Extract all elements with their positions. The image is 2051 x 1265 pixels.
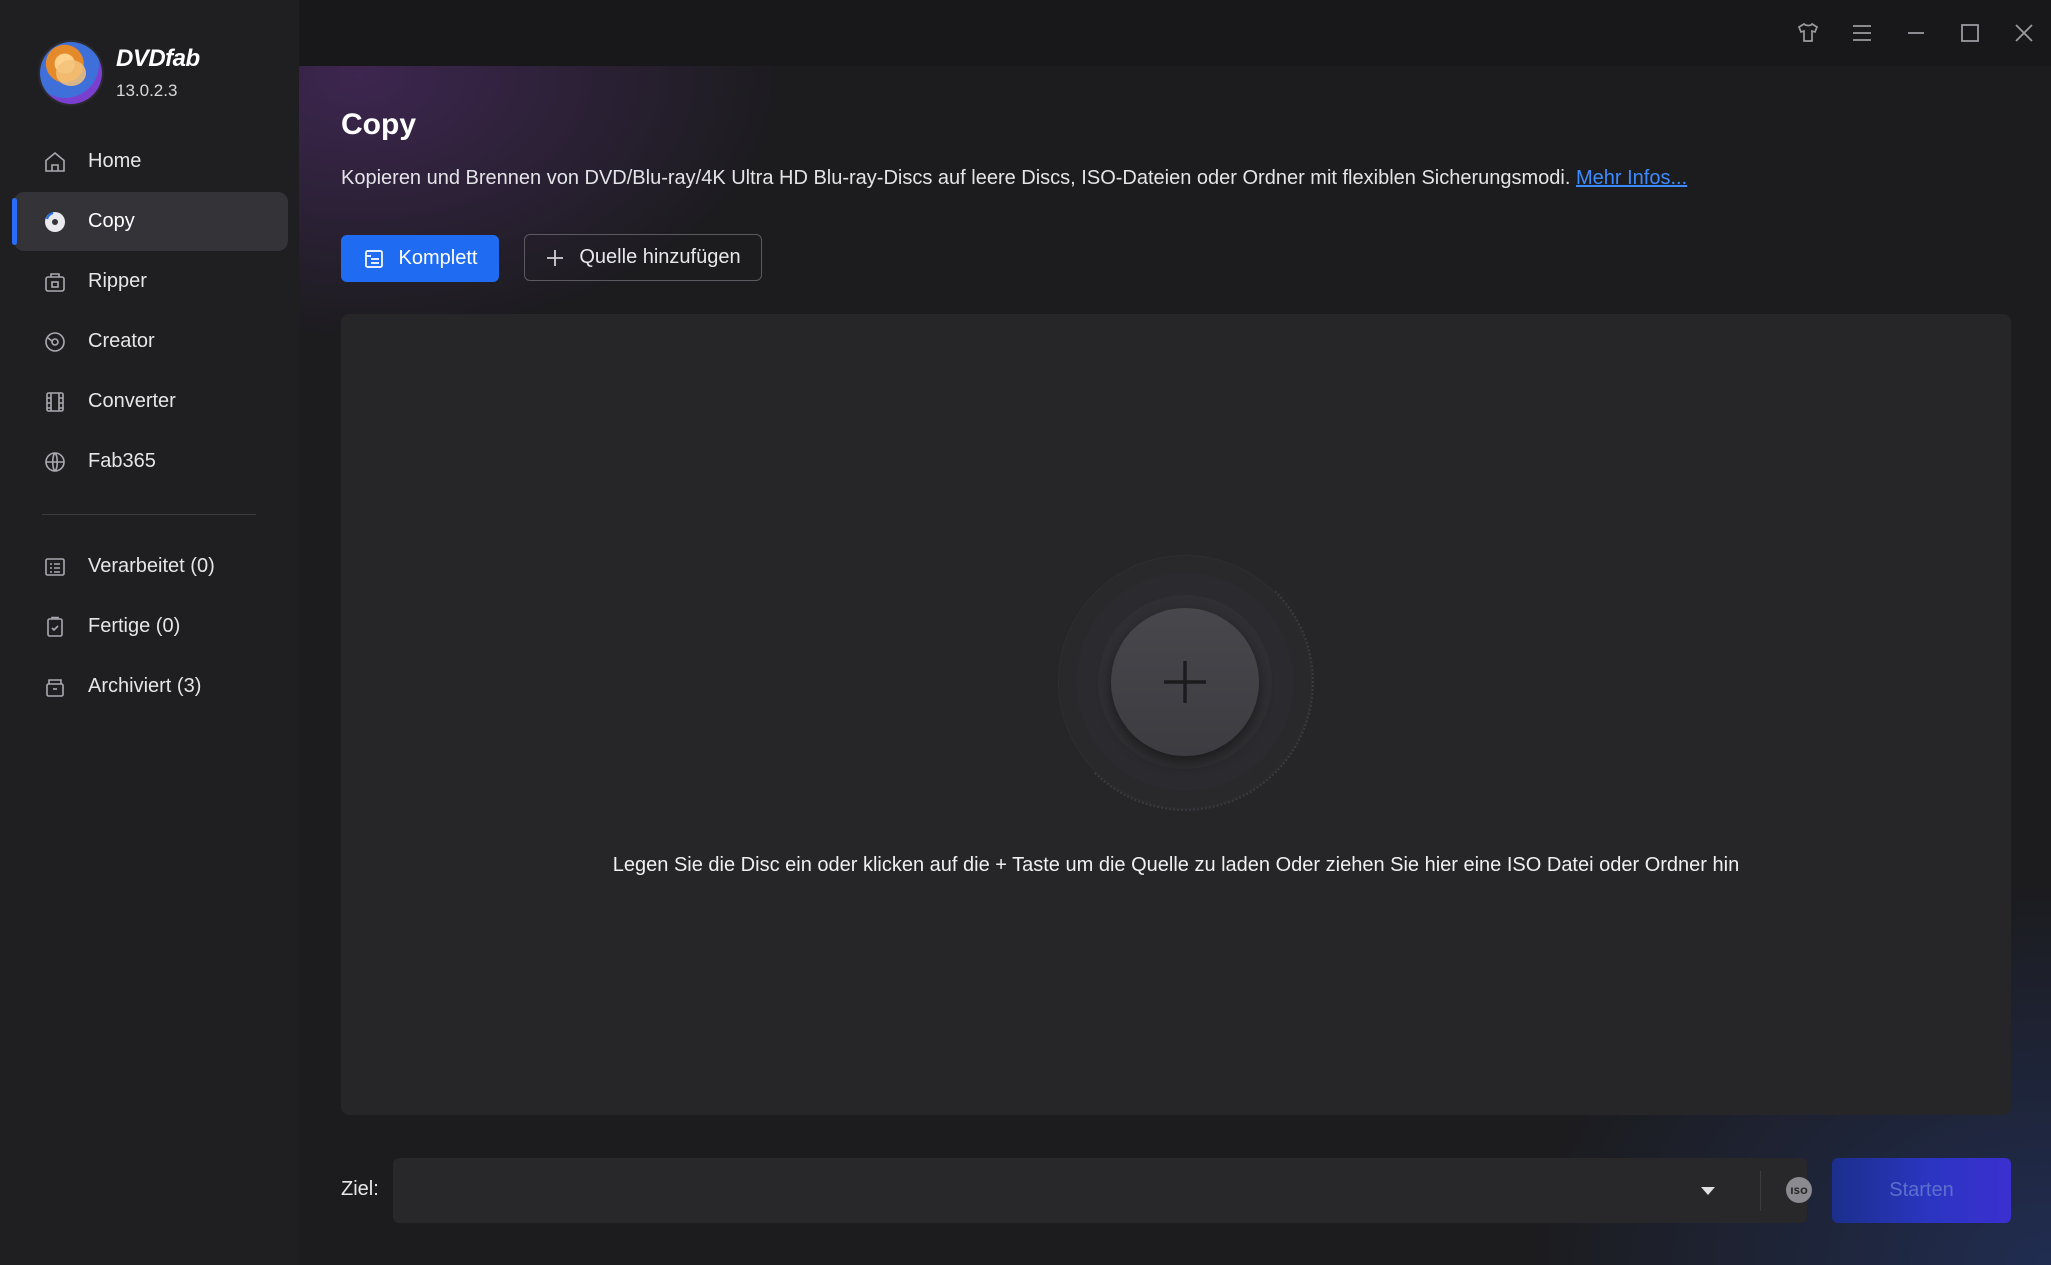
processing-list-icon [42, 554, 68, 580]
sidebar-item-label: Verarbeitet (0) [88, 555, 215, 577]
sidebar-item-home[interactable]: Home [14, 132, 288, 191]
queue-nav: Verarbeitet (0) Fertige (0) Archiviert (… [14, 537, 288, 717]
add-source-button[interactable]: Quelle hinzufügen [524, 234, 762, 281]
sidebar-item-label: Fertige (0) [88, 615, 181, 637]
maximize-icon [1961, 24, 1979, 42]
sidebar: DVDfab 13.0.2.3 Home Copy Ripper Creator… [0, 0, 299, 1265]
sidebar-item-archived[interactable]: Archiviert (3) [14, 657, 288, 716]
sidebar-item-creator[interactable]: Creator [14, 312, 288, 371]
menu-icon [1853, 25, 1871, 41]
brand: DVDfab 13.0.2.3 [40, 42, 200, 104]
more-info-link[interactable]: Mehr Infos... [1576, 167, 1687, 189]
destination-label: Ziel: [341, 1178, 379, 1200]
fab365-icon [42, 449, 68, 475]
iso-icon: ISO [1786, 1177, 1812, 1203]
home-icon [42, 149, 68, 175]
large-plus-icon [1164, 661, 1206, 703]
main-nav: Home Copy Ripper Creator Converter Fab36… [12, 132, 288, 492]
sidebar-item-label: Copy [88, 210, 135, 232]
main-panel: Copy Kopieren und Brennen von DVD/Blu-ra… [299, 66, 2051, 1265]
copy-disc-icon [42, 209, 68, 235]
page-description: Kopieren und Brennen von DVD/Blu-ray/4K … [341, 167, 1687, 190]
close-button[interactable] [1997, 0, 2051, 66]
close-icon [2015, 24, 2033, 42]
skin-button[interactable] [1781, 0, 1835, 66]
sidebar-item-fab365[interactable]: Fab365 [14, 432, 288, 491]
finished-clipboard-icon [42, 614, 68, 640]
copy-mode-icon [363, 248, 385, 270]
source-dropzone[interactable]: Legen Sie die Disc ein oder klicken auf … [341, 314, 2011, 1115]
start-button[interactable]: Starten [1832, 1158, 2011, 1223]
ripper-icon [42, 269, 68, 295]
maximize-button[interactable] [1943, 0, 1997, 66]
sidebar-item-ripper[interactable]: Ripper [14, 252, 288, 311]
sidebar-divider [42, 514, 256, 515]
menu-button[interactable] [1835, 0, 1889, 66]
dvdfab-logo-icon [40, 42, 102, 104]
sidebar-item-label: Converter [88, 390, 176, 412]
sidebar-item-label: Fab365 [88, 450, 156, 472]
description-text: Kopieren und Brennen von DVD/Blu-ray/4K … [341, 167, 1571, 189]
copy-mode-label: Komplett [398, 247, 478, 269]
sidebar-item-processing[interactable]: Verarbeitet (0) [14, 537, 288, 596]
sidebar-item-label: Creator [88, 330, 155, 352]
minimize-button[interactable] [1889, 0, 1943, 66]
save-as-iso-button[interactable]: ISO [1783, 1174, 1815, 1206]
archive-box-icon [42, 674, 68, 700]
sidebar-item-converter[interactable]: Converter [14, 372, 288, 431]
sidebar-item-label: Ripper [88, 270, 147, 292]
svg-text:ISO: ISO [1790, 1187, 1808, 1197]
sidebar-item-label: Archiviert (3) [88, 675, 202, 697]
shirt-skin-icon [1797, 22, 1819, 42]
app-name: DVDfab [116, 45, 200, 72]
destination-field[interactable]: ISO [393, 1158, 1872, 1223]
plus-icon [545, 248, 565, 268]
field-separator [1760, 1171, 1761, 1211]
dropzone-hint: Legen Sie die Disc ein oder klicken auf … [612, 854, 1740, 876]
sidebar-item-finished[interactable]: Fertige (0) [14, 597, 288, 656]
copy-mode-button[interactable]: Komplett [341, 235, 499, 282]
sidebar-item-copy[interactable]: Copy [12, 192, 288, 251]
creator-icon [42, 329, 68, 355]
app-version: 13.0.2.3 [116, 81, 178, 100]
page-title: Copy [341, 108, 416, 141]
destination-dropdown[interactable] [1693, 1176, 1723, 1206]
add-source-ring [1056, 553, 1314, 811]
sidebar-item-label: Home [88, 150, 142, 172]
caret-down-icon [1701, 1187, 1715, 1195]
title-bar [299, 0, 2051, 66]
add-source-plus-button[interactable] [1111, 608, 1259, 756]
minimize-icon [1908, 32, 1924, 34]
converter-film-icon [42, 389, 68, 415]
add-source-label: Quelle hinzufügen [579, 246, 741, 268]
